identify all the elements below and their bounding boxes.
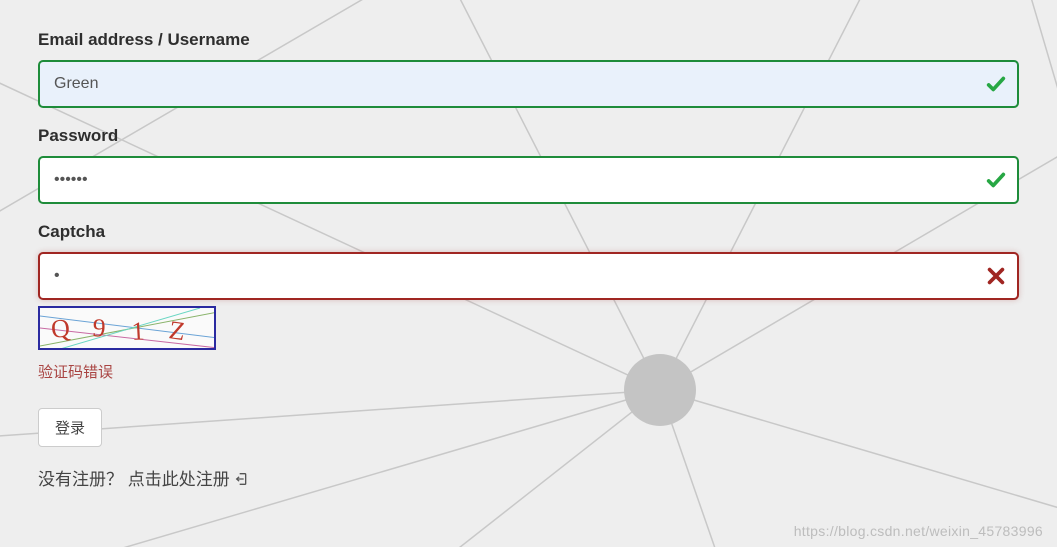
check-icon xyxy=(985,73,1007,95)
captcha-group: Captcha Q 9 1 Z 验证码错误 xyxy=(38,222,1019,382)
captcha-image[interactable]: Q 9 1 Z xyxy=(38,306,216,350)
svg-text:Q: Q xyxy=(50,313,72,344)
captcha-input-wrap xyxy=(38,252,1019,300)
close-icon xyxy=(985,265,1007,287)
signup-prefix: 没有注册？ xyxy=(38,470,123,489)
password-label: Password xyxy=(38,126,1019,146)
signup-link[interactable]: 点击此处注册 xyxy=(128,470,250,489)
captcha-label: Captcha xyxy=(38,222,1019,242)
email-field[interactable] xyxy=(38,60,1019,108)
password-group: Password xyxy=(38,126,1019,204)
check-icon xyxy=(985,169,1007,191)
svg-text:1: 1 xyxy=(131,316,145,346)
signup-link-text: 点击此处注册 xyxy=(128,470,230,489)
login-form: Email address / Username Password Captch… xyxy=(0,0,1057,502)
signup-row: 没有注册？ 点击此处注册 xyxy=(38,465,1019,492)
login-button[interactable]: 登录 xyxy=(38,408,102,447)
watermark-text: https://blog.csdn.net/weixin_45783996 xyxy=(794,523,1043,539)
email-label: Email address / Username xyxy=(38,30,1019,50)
email-input-wrap xyxy=(38,60,1019,108)
email-group: Email address / Username xyxy=(38,30,1019,108)
signin-icon xyxy=(232,471,250,492)
password-input-wrap xyxy=(38,156,1019,204)
svg-text:Z: Z xyxy=(167,315,187,346)
password-field[interactable] xyxy=(38,156,1019,204)
captcha-field[interactable] xyxy=(38,252,1019,300)
svg-text:9: 9 xyxy=(92,313,107,343)
captcha-error-text: 验证码错误 xyxy=(38,361,1019,382)
